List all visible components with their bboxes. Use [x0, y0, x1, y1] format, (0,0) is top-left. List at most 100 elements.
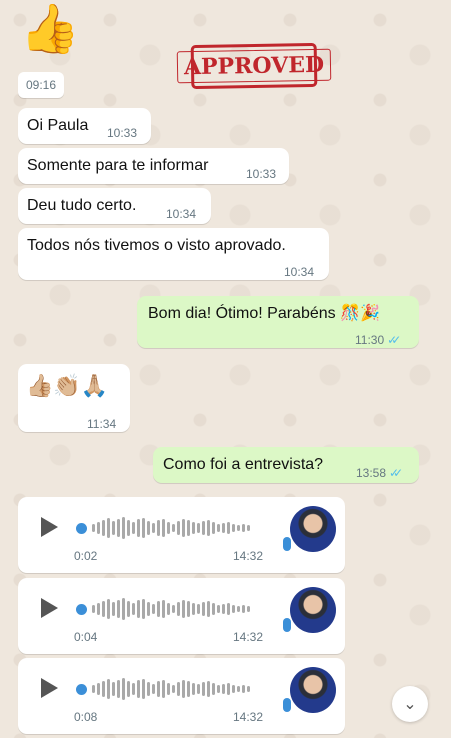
waveform-bar [157, 681, 160, 697]
waveform-bar [137, 600, 140, 618]
chevron-down-icon: ⌄ [403, 696, 417, 713]
waveform-bar [182, 519, 185, 537]
waveform-bar [182, 680, 185, 698]
voice-message[interactable]: 0:02 14:32 [18, 497, 345, 573]
thumbs-up-sticker: 👍 [20, 3, 80, 56]
read-ticks-icon: ✓✓ [389, 466, 403, 480]
waveform-bar [112, 682, 115, 696]
waveform-bar [102, 520, 105, 536]
waveform-bar [207, 601, 210, 617]
message-bubble-outgoing[interactable]: Bom dia! Ótimo! Parabéns 🎊🎉 11:30 ✓✓ [137, 296, 419, 348]
waveform-bar [192, 683, 195, 695]
waveform-bar [97, 603, 100, 615]
audio-waveform[interactable] [76, 596, 266, 622]
message-bubble[interactable]: Somente para te informar 10:33 [18, 148, 289, 184]
approved-stamp: APPROVED [176, 42, 332, 90]
play-icon[interactable] [41, 517, 58, 537]
waveform-bar [147, 602, 150, 616]
waveform-bar [242, 685, 245, 693]
waveform-bar [92, 605, 95, 613]
waveform-bar [107, 599, 110, 619]
waveform-bar [122, 598, 125, 620]
waveform-bar [132, 603, 135, 615]
waveform-bar [152, 684, 155, 694]
scroll-down-button[interactable]: ⌄ [392, 686, 428, 722]
waveform-bar [202, 602, 205, 616]
play-icon[interactable] [41, 678, 58, 698]
waveform-bar [197, 523, 200, 533]
message-bubble[interactable]: Oi Paula 10:33 [18, 108, 151, 144]
waveform-bar [142, 679, 145, 699]
waveform-bar [227, 603, 230, 615]
waveform-bar [172, 605, 175, 613]
audio-waveform[interactable] [76, 515, 266, 541]
message-time: 14:32 [233, 630, 264, 644]
waveform-bar [162, 680, 165, 698]
waveform-bar [237, 606, 240, 612]
message-text: Bom dia! Ótimo! Parabéns 🎊🎉 [148, 305, 380, 322]
sticker-message[interactable]: 👍 09:16 [18, 0, 80, 98]
audio-waveform[interactable] [76, 676, 266, 702]
message-bubble[interactable]: 👍🏼👏🏼🙏🏼 11:34 [18, 364, 130, 432]
avatar [290, 587, 336, 633]
message-text: 👍🏼👏🏼🙏🏼 [26, 373, 109, 398]
message-text: Deu tudo certo. [27, 197, 137, 214]
waveform-bar [122, 678, 125, 700]
message-time: 11:30 ✓✓ [355, 333, 401, 347]
waveform-bar [237, 525, 240, 531]
waveform-bar [92, 685, 95, 693]
waveform-bar [107, 679, 110, 699]
waveform-bar [187, 601, 190, 617]
waveform-bar [197, 684, 200, 694]
waveform-bar [202, 521, 205, 535]
waveform-bar [107, 518, 110, 538]
waveform-bar [197, 604, 200, 614]
waveform-bar [227, 522, 230, 534]
waveform-bar [147, 682, 150, 696]
waveform-bar [242, 605, 245, 613]
waveform-bar [117, 519, 120, 537]
waveform-bar [232, 524, 235, 532]
waveform-bar [177, 602, 180, 616]
waveform-bar [217, 524, 220, 532]
waveform-bar [212, 683, 215, 695]
voice-message[interactable]: 0:08 14:32 [18, 658, 345, 734]
play-icon[interactable] [41, 598, 58, 618]
waveform-bar [202, 682, 205, 696]
message-time: 10:34 [166, 207, 197, 221]
waveform-bar [92, 524, 95, 532]
waveform-bar [222, 523, 225, 533]
message-bubble[interactable]: Deu tudo certo. 10:34 [18, 188, 211, 224]
message-time: 10:33 [246, 167, 277, 181]
message-text: Oi Paula [27, 117, 89, 134]
playhead-dot[interactable] [76, 683, 87, 695]
waveform-bar [112, 602, 115, 616]
waveform-bar [247, 686, 250, 692]
waveform-bar [187, 681, 190, 697]
waveform-bar [217, 685, 220, 693]
message-time: 14:32 [233, 549, 264, 563]
waveform-bar [172, 524, 175, 532]
voice-message[interactable]: 0:04 14:32 [18, 578, 345, 654]
waveform-bar [122, 517, 125, 539]
waveform-bar [102, 601, 105, 617]
waveform-bar [137, 680, 140, 698]
waveform-bar [247, 525, 250, 531]
waveform-bar [247, 606, 250, 612]
waveform-bar [167, 522, 170, 534]
waveform-bar [132, 522, 135, 534]
playhead-dot[interactable] [76, 522, 87, 534]
waveform-bar [137, 519, 140, 537]
waveform-bar [147, 521, 150, 535]
message-time: 10:34 [284, 265, 315, 279]
playhead-dot[interactable] [76, 603, 87, 615]
message-time: 10:33 [107, 126, 138, 140]
microphone-icon [283, 537, 291, 551]
waveform-bar [207, 520, 210, 536]
waveform-bar [222, 604, 225, 614]
message-bubble-outgoing[interactable]: Como foi a entrevista? 13:58 ✓✓ [153, 447, 419, 483]
read-ticks-icon: ✓✓ [387, 333, 401, 347]
waveform-bar [152, 604, 155, 614]
message-bubble[interactable]: Todos nós tivemos o visto aprovado. 10:3… [18, 228, 329, 280]
waveform-bar [207, 681, 210, 697]
